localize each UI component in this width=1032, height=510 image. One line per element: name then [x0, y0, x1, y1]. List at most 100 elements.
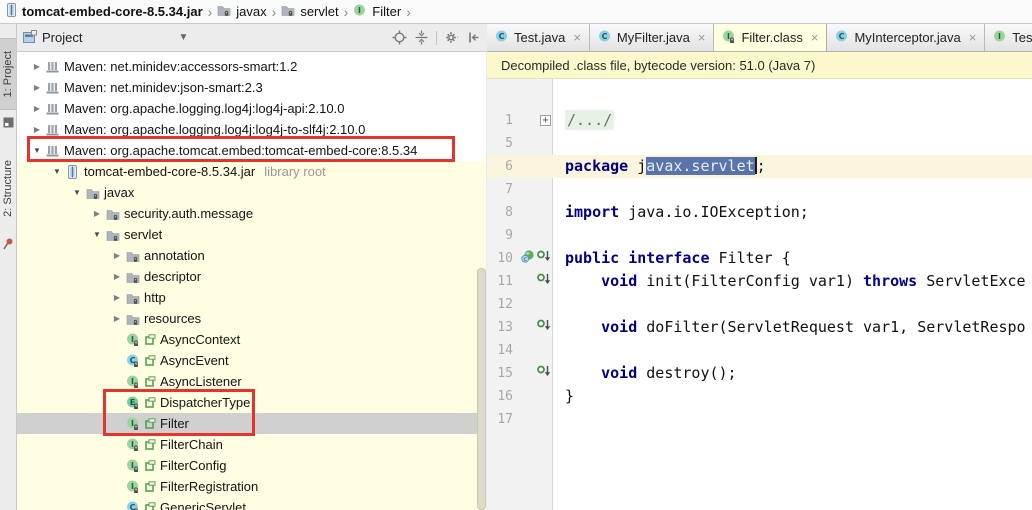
breadcrumb-item[interactable]: servlet: [279, 4, 340, 19]
tab-myinterceptor-java[interactable]: C MyInterceptor.java ×: [827, 24, 986, 51]
implemented-marker-icon[interactable]: [537, 247, 551, 270]
decompiler-banner: Decompiled .class file, bytecode version…: [487, 52, 1032, 79]
code-line-7: 7: [487, 178, 1032, 201]
close-icon[interactable]: ×: [811, 31, 819, 44]
svg-text:C: C: [601, 31, 607, 40]
chevron-down-icon[interactable]: ▼: [178, 32, 188, 43]
code-segment: init(FilterConfig var1): [646, 272, 864, 290]
hide-panel-icon[interactable]: [467, 31, 480, 44]
code-segment: void: [601, 318, 647, 336]
tree-collapse-arrow-icon[interactable]: ▶: [29, 62, 45, 71]
line-number: 6: [505, 159, 513, 174]
tree-row-servlet[interactable]: ▼ servlet: [17, 224, 486, 245]
tree-item-label: security.auth.message: [124, 206, 254, 221]
project-toolwindow-icon: [23, 29, 37, 46]
breadcrumb-item[interactable]: javax: [215, 4, 268, 19]
implemented-marker-icon[interactable]: [537, 362, 551, 385]
tree-row-dispatchertype[interactable]: E DispatcherType: [17, 392, 486, 413]
tree-expand-arrow-icon[interactable]: ▼: [89, 230, 105, 239]
class-icon: C: [125, 354, 140, 367]
tree-row-maven-org-apache-logging-log4j-log4j-to-[interactable]: ▶ Maven: org.apache.logging.log4j:log4j-t…: [17, 119, 486, 140]
close-icon[interactable]: ×: [573, 31, 581, 44]
tree-row-asynclistener[interactable]: I AsyncListener: [17, 371, 486, 392]
tree-row-filterregistration[interactable]: I FilterRegistration: [17, 476, 486, 497]
tree-row-maven-org-apache-tomcat-embed-tomcat-emb[interactable]: ▼ Maven: org.apache.tomcat.embed:tomcat-e…: [17, 140, 486, 161]
tree-row-annotation[interactable]: ▶ annotation: [17, 245, 486, 266]
tree-expand-arrow-icon[interactable]: ▼: [49, 167, 65, 176]
code-segment: java.io.IOException;: [628, 203, 809, 221]
tree-collapse-arrow-icon[interactable]: ▶: [109, 251, 125, 260]
svg-text:I: I: [358, 5, 361, 14]
tree-scrollbar-thumb[interactable]: [477, 268, 486, 510]
tab-tests[interactable]: I TestS: [985, 24, 1032, 51]
folder-icon: [105, 229, 120, 241]
tree-collapse-arrow-icon[interactable]: ▶: [29, 125, 45, 134]
class-icon: C: [125, 501, 140, 510]
close-icon[interactable]: ×: [698, 31, 706, 44]
tree-item-label: Maven: net.minidev:accessors-smart:1.2: [64, 59, 298, 74]
tree-row-javax[interactable]: ▼ javax: [17, 182, 486, 203]
tree-collapse-arrow-icon[interactable]: ▶: [29, 83, 45, 92]
tab-test-java[interactable]: C Test.java ×: [487, 24, 590, 51]
tree-row-filterchain[interactable]: I FilterChain: [17, 434, 486, 455]
tab-myfilter-java[interactable]: C MyFilter.java ×: [589, 24, 715, 51]
interface-icon: I: [125, 375, 140, 388]
code-line-1: 1 + /.../: [487, 109, 1032, 132]
code-text: }: [553, 385, 1032, 408]
breadcrumb-item[interactable]: I Filter: [351, 4, 403, 20]
tree-collapse-arrow-icon[interactable]: ▶: [29, 104, 45, 113]
toolwindow-button-project[interactable]: 1: Project: [0, 38, 16, 110]
tree-row-filterconfig[interactable]: I FilterConfig: [17, 455, 486, 476]
library-icon: [45, 123, 60, 136]
close-icon[interactable]: ×: [969, 31, 977, 44]
tree-item-label: AsyncContext: [160, 332, 241, 347]
tree-row-http[interactable]: ▶ http: [17, 287, 486, 308]
gear-icon[interactable]: [444, 30, 460, 45]
tree-row-asyncevent[interactable]: C AsyncEvent: [17, 350, 486, 371]
interface-icon: I: [125, 438, 140, 451]
favorites-pin-icon[interactable]: [2, 237, 14, 253]
tree-row-security-auth-message[interactable]: ▶ security.auth.message: [17, 203, 486, 224]
code-text: package javax.servlet;: [553, 155, 1032, 178]
decompiler-banner-text: Decompiled .class file, bytecode version…: [501, 57, 816, 73]
toolwindow-button-structure[interactable]: 2: Structure: [0, 147, 16, 229]
tree-row-maven-net-minidev-accessors-smart-1-2[interactable]: ▶ Maven: net.minidev:accessors-smart:1.2: [17, 56, 486, 77]
tree-expand-arrow-icon[interactable]: ▼: [29, 146, 45, 155]
code-lines: 1 + /.../ 5 6 package javax.servlet; 7 8 import …: [487, 79, 1032, 431]
tree-expand-arrow-icon[interactable]: ▼: [69, 188, 85, 197]
tree-collapse-arrow-icon[interactable]: ▶: [109, 314, 125, 323]
class-icon: C: [835, 30, 849, 46]
collapse-all-icon[interactable]: [414, 30, 429, 45]
tree-row-asynccontext[interactable]: I AsyncContext: [17, 329, 486, 350]
locate-icon[interactable]: [392, 30, 407, 45]
breadcrumb-item[interactable]: tomcat-embed-core-8.5.34.jar: [4, 3, 205, 20]
tree-collapse-arrow-icon[interactable]: ▶: [109, 272, 125, 281]
implemented-marker-icon[interactable]: [537, 316, 551, 339]
interface-icon: I: [125, 459, 140, 472]
tree-row-maven-org-apache-logging-log4j-log4j-api[interactable]: ▶ Maven: org.apache.logging.log4j:log4j-a…: [17, 98, 486, 119]
implemented-marker-icon[interactable]: [537, 270, 551, 293]
fold-expand-icon[interactable]: +: [540, 115, 551, 126]
code-line-14: 14: [487, 339, 1032, 362]
editor-area: C Test.java × C MyFilter.java × I Filter.class ×…: [487, 24, 1032, 510]
code-line-12: 12: [487, 293, 1032, 316]
tree-collapse-arrow-icon[interactable]: ▶: [89, 209, 105, 218]
code-text: /.../: [553, 109, 1032, 132]
folder-icon: [125, 250, 140, 262]
code-editor[interactable]: 1 + /.../ 5 6 package javax.servlet; 7 8 import …: [487, 79, 1032, 510]
tree-row-tomcat-embed-core-8-5-34-jar[interactable]: ▼ tomcat-embed-core-8.5.34.jar library roo…: [17, 161, 486, 182]
tree-row-resources[interactable]: ▶ resources: [17, 308, 486, 329]
library-icon: [45, 81, 60, 94]
tree-row-maven-net-minidev-json-smart-2-3[interactable]: ▶ Maven: net.minidev:json-smart:2.3: [17, 77, 486, 98]
tree-row-genericservlet[interactable]: C GenericServlet: [17, 497, 486, 510]
ide-window: { "colors": { "file_color_yellow": "#FFF…: [0, 0, 1032, 510]
code-segment: throws: [863, 272, 927, 290]
tab-filter-class[interactable]: I Filter.class ×: [714, 24, 828, 51]
implementations-icon[interactable]: c: [521, 247, 535, 270]
tree-row-filter[interactable]: I Filter: [17, 413, 486, 434]
tree-collapse-arrow-icon[interactable]: ▶: [109, 293, 125, 302]
breadcrumb-label: javax: [236, 4, 267, 19]
tree-item-label: http: [144, 290, 166, 305]
project-panel-title[interactable]: Project: [42, 30, 82, 45]
tree-row-descriptor[interactable]: ▶ descriptor: [17, 266, 486, 287]
